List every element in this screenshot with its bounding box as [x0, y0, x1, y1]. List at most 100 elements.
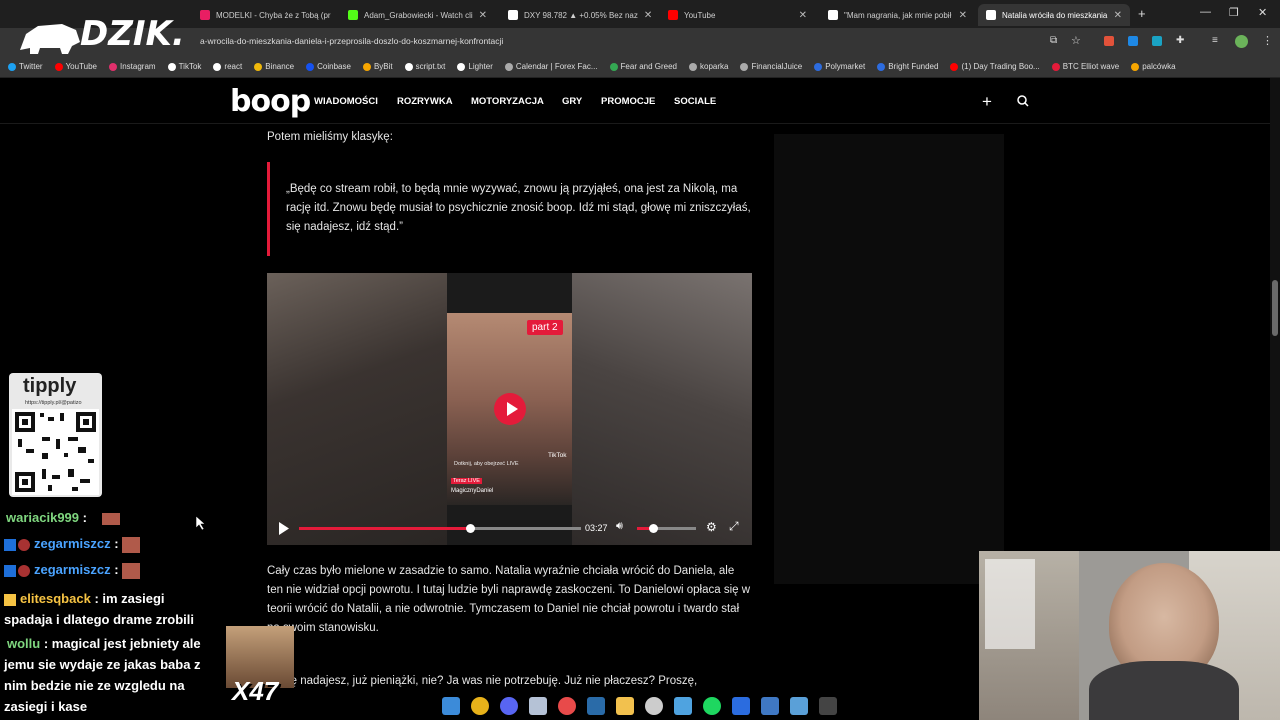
notepad-icon[interactable] [761, 697, 779, 715]
bookmark-item[interactable]: FinancialJuice [740, 62, 802, 71]
bookmark-label: Instagram [120, 62, 156, 71]
settings-gear-icon[interactable]: ⚙ [706, 520, 717, 534]
bookmark-item[interactable]: Twitter [8, 62, 43, 71]
bookmark-item[interactable]: Fear and Greed [609, 62, 677, 71]
nav-item-rozrywka[interactable]: ROZRYWKA [397, 96, 453, 107]
extension-icon[interactable] [1128, 36, 1138, 46]
chat-username: zegarmiszcz [34, 562, 111, 577]
browser-tab[interactable]: MODELKI - Chyba że z Tobą (pr✕ [192, 4, 332, 26]
chat-message: wariacik999 : [6, 510, 120, 525]
browser-tab[interactable]: DXY 98.782 ▲ +0.05% Bez naz ✕ [500, 4, 655, 26]
bookmark-star-icon[interactable]: ☆ [1071, 34, 1081, 47]
progress-handle[interactable] [466, 524, 475, 533]
bookmark-icon [167, 62, 176, 71]
bookmark-item[interactable]: koparka [689, 62, 728, 71]
nav-item-wiadomosci[interactable]: WIADOMOŚCI [314, 96, 378, 107]
chrome-icon[interactable] [471, 697, 489, 715]
bookmark-icon [8, 62, 16, 71]
minimize-icon[interactable]: — [1200, 6, 1211, 18]
close-tab-icon[interactable]: ✕ [799, 10, 807, 21]
discord-icon[interactable] [500, 697, 518, 715]
app-icon[interactable] [790, 697, 808, 715]
app-icon[interactable] [674, 697, 692, 715]
live-badge: Teraz LIVE [451, 478, 482, 484]
bookmark-item[interactable]: Bright Funded [877, 62, 938, 71]
profile-avatar[interactable] [1235, 35, 1248, 48]
part-badge: part 2 [527, 320, 563, 335]
new-tab-icon[interactable]: + [1138, 6, 1146, 21]
extension-icon[interactable] [1152, 36, 1162, 46]
search-icon[interactable] [1017, 95, 1029, 107]
close-window-icon[interactable]: ✕ [1258, 6, 1267, 19]
browser-tab-active[interactable]: Natalia wróciła do mieszkania ✕ [978, 4, 1130, 26]
site-logo[interactable]: boop [230, 84, 311, 119]
browser-tab[interactable]: Adam_Grabowiecki - Watch cli ✕ [340, 4, 495, 26]
video-blur-right [572, 273, 752, 545]
spotify-icon[interactable] [703, 697, 721, 715]
install-app-icon[interactable]: ⧉ [1050, 35, 1057, 46]
scrollbar-thumb[interactable] [1272, 280, 1278, 336]
browser-tab[interactable]: YouTube ✕ [660, 4, 815, 26]
extensions-puzzle-icon[interactable]: ✚ [1176, 35, 1184, 46]
play-icon[interactable] [278, 522, 290, 535]
bookmark-item[interactable]: Instagram [109, 62, 156, 71]
terminal-icon[interactable] [819, 697, 837, 715]
bookmark-item[interactable]: Calendar | Forex Fac... [504, 62, 598, 71]
menu-kebab-icon[interactable]: ⋮ [1262, 34, 1273, 47]
bookmark-label: Coinbase [317, 62, 351, 71]
tab-favicon-icon [828, 10, 838, 20]
bookmark-icon [109, 62, 117, 71]
bookmark-icon [740, 62, 749, 71]
file-explorer-icon[interactable] [616, 697, 634, 715]
bookmark-item[interactable]: Binance [254, 62, 294, 71]
windows-start-icon[interactable] [442, 697, 460, 715]
browser-tab[interactable]: "Mam nagrania, jak mnie pobił ✕ [820, 4, 975, 26]
tiktok-label: TikTok [548, 452, 567, 459]
bookmark-icon [362, 62, 371, 71]
app-icon[interactable] [558, 697, 576, 715]
bookmark-icon [689, 62, 698, 71]
bookmark-item[interactable]: Lighter [457, 62, 493, 71]
bookmark-icon [1051, 62, 1060, 71]
chat-message: wollu : magical jest jebniety ale jemu s… [4, 636, 201, 714]
nav-item-motoryzacja[interactable]: MOTORYZACJA [471, 96, 544, 107]
app-icon[interactable] [732, 697, 750, 715]
bookmark-item[interactable]: YouTube [54, 62, 97, 71]
bookmark-item[interactable]: TikTok [167, 62, 201, 71]
app-icon[interactable] [529, 697, 547, 715]
bookmark-label: Polymarket [825, 62, 866, 71]
bookmark-item[interactable]: ByBit [362, 62, 393, 71]
bookmark-label: FinancialJuice [751, 62, 803, 71]
close-tab-icon[interactable]: ✕ [959, 10, 967, 21]
close-tab-icon[interactable]: ✕ [644, 10, 652, 21]
bookmark-label: react [224, 62, 243, 71]
plus-icon[interactable]: + [982, 92, 992, 112]
bookmark-item[interactable]: (1) Day Trading Boo... [950, 62, 1040, 71]
bookmark-item[interactable]: palcówka [1131, 62, 1176, 71]
fullscreen-icon[interactable]: ⤢ [729, 519, 739, 534]
nav-item-promocje[interactable]: PROMOCJE [601, 96, 655, 107]
close-tab-icon[interactable]: ✕ [1114, 10, 1122, 21]
extension-icon[interactable] [1104, 36, 1114, 46]
progress-fill [299, 527, 470, 530]
bookmark-item[interactable]: Coinbase [306, 62, 351, 71]
app-icon[interactable] [645, 697, 663, 715]
bookmark-item[interactable]: react [213, 62, 242, 71]
volume-handle[interactable] [649, 524, 658, 533]
volume-icon[interactable]: 🔊︎ [616, 520, 623, 533]
bookmark-label: BTC Elliot wave [1062, 62, 1120, 71]
bookmark-item[interactable]: BTC Elliot wave [1051, 62, 1120, 71]
maximize-icon[interactable]: ❐ [1229, 6, 1239, 19]
video-player[interactable]: part 2 TikTok Dotknij, aby obejrzeć LIVE… [267, 273, 752, 545]
tipply-title: tipply [23, 375, 77, 397]
bookmark-item[interactable]: Polymarket [814, 62, 865, 71]
nav-item-sociale[interactable]: SOCIALE [674, 96, 716, 107]
reading-list-icon[interactable]: ≡ [1212, 35, 1218, 46]
bookmark-icon [404, 62, 413, 71]
bookmark-item[interactable]: script.txt [404, 62, 445, 71]
bookmark-icon [950, 62, 959, 71]
steam-icon[interactable] [587, 697, 605, 715]
url-field[interactable]: a-wrocila-do-mieszkania-daniela-i-przepr… [200, 36, 503, 46]
close-tab-icon[interactable]: ✕ [479, 10, 487, 21]
nav-item-gry[interactable]: GRY [562, 96, 582, 107]
